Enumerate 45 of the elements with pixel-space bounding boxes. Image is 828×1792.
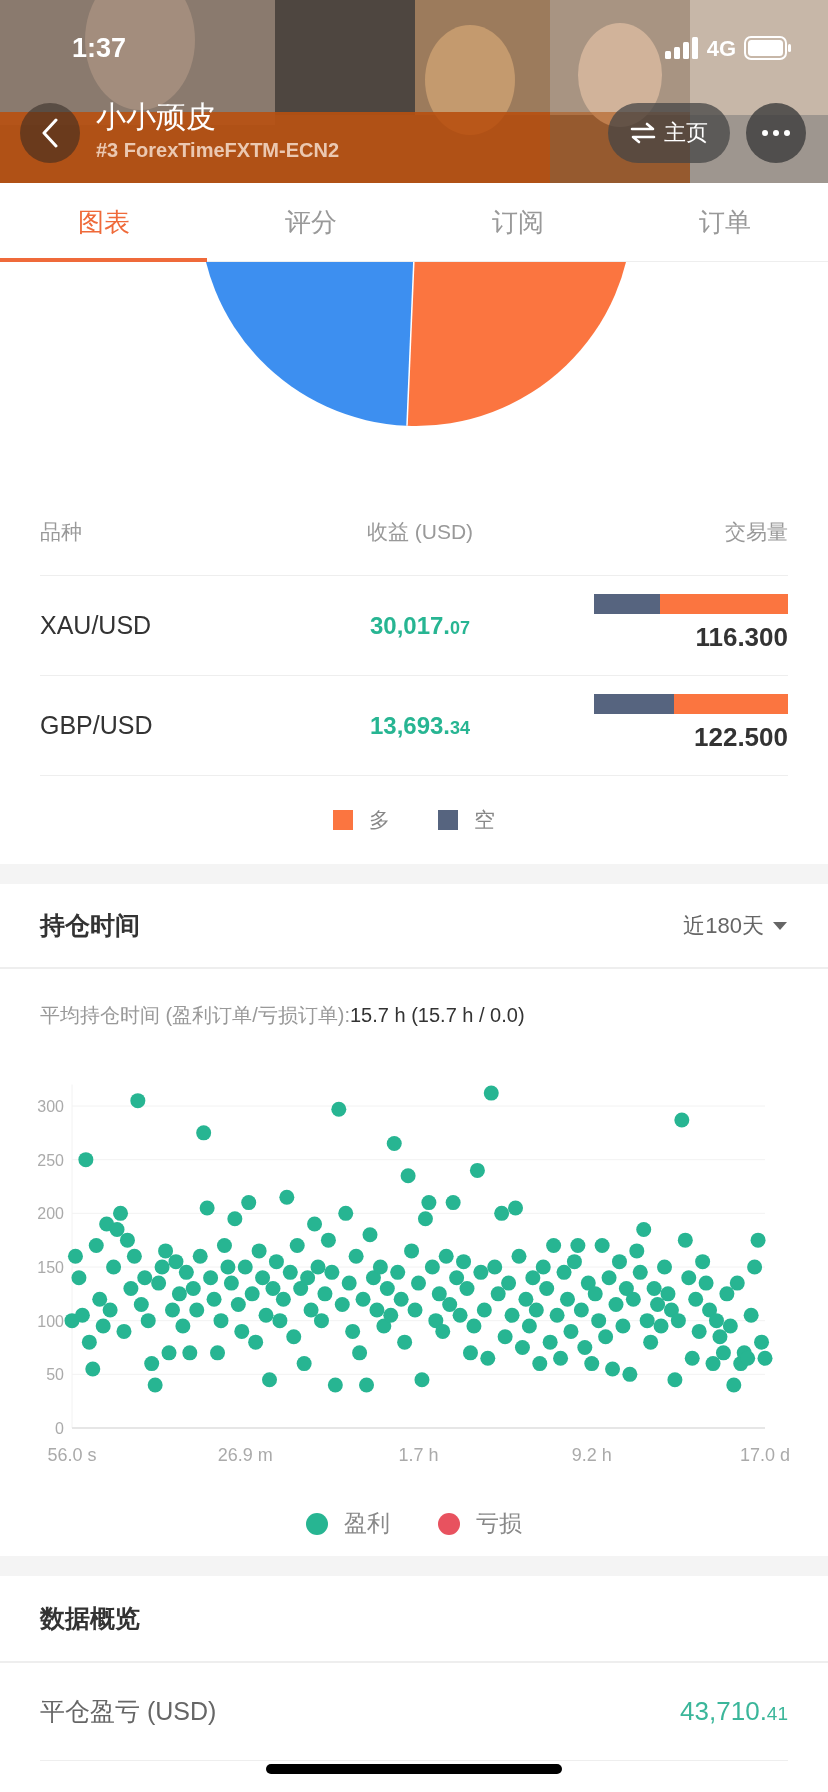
- legend-label: 亏损: [476, 1509, 522, 1539]
- tab[interactable]: 评分: [207, 183, 414, 262]
- y-tick-label: 0: [55, 1420, 64, 1437]
- column-header: 收益 (USD): [365, 519, 475, 546]
- volume-value: 116.300: [695, 621, 788, 654]
- y-tick-label: 50: [46, 1366, 64, 1384]
- profit-amount: 13,693.34: [369, 711, 471, 739]
- network-label: 4G: [706, 34, 736, 63]
- section-title: 数据概览: [40, 1602, 140, 1634]
- y-tick-label: 250: [37, 1151, 64, 1169]
- tab[interactable]: 图表: [0, 183, 207, 262]
- period-dropdown[interactable]: 近180天: [683, 909, 788, 942]
- column-header: 交易量: [724, 519, 788, 546]
- y-tick-label: 300: [37, 1098, 64, 1115]
- stat-label: 平仓盈亏 (USD): [40, 1695, 217, 1727]
- tab[interactable]: 订阅: [414, 183, 621, 262]
- holding-summary: 平均持仓时间 (盈利订单/亏损订单):15.7 h (15.7 h / 0.0): [40, 1003, 525, 1028]
- x-tick-label: 9.2 h: [571, 1445, 612, 1465]
- signal-icon: [664, 37, 699, 59]
- status-time: 1:37: [72, 31, 127, 65]
- caret-icon: [772, 920, 788, 931]
- symbol-name: XAU/USD: [40, 609, 153, 641]
- y-tick-label: 100: [37, 1312, 64, 1330]
- x-tick-label: 26.9 m: [217, 1445, 273, 1465]
- legend-label: 多: [369, 807, 390, 834]
- back-icon: [41, 117, 59, 148]
- y-tick-label: 150: [37, 1259, 64, 1276]
- account-label: #3 ForexTimeFXTM-ECN2: [96, 137, 340, 163]
- legend-label: 盈利: [344, 1509, 390, 1539]
- battery-icon: [744, 36, 792, 60]
- volume-value: 122.500: [694, 721, 788, 754]
- x-tick-label: 1.7 h: [398, 1445, 439, 1465]
- trader-name: 小小顽皮: [96, 100, 217, 135]
- more-icon: [762, 129, 790, 136]
- y-tick-label: 200: [37, 1205, 64, 1223]
- swap-icon: [630, 121, 656, 144]
- column-header: 品种: [40, 519, 83, 546]
- profit-amount: 30,017.07: [369, 611, 471, 639]
- x-tick-label: 56.0 s: [47, 1445, 97, 1465]
- section-title: 持仓时间: [40, 909, 140, 941]
- x-tick-label: 17.0 d: [740, 1445, 790, 1465]
- stat-value: 43,710.41: [680, 1695, 788, 1728]
- legend-label: 空: [474, 807, 495, 834]
- symbol-name: GBP/USD: [40, 709, 154, 741]
- tab[interactable]: 订单: [621, 183, 828, 262]
